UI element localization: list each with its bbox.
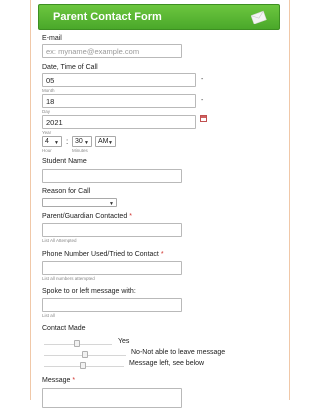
student-name-label: Student Name: [42, 158, 87, 165]
day-sublabel: Day: [42, 109, 51, 114]
calendar-icon[interactable]: [200, 115, 207, 122]
spoke-label: Spoke to or left message with:: [42, 288, 136, 295]
ampm-select[interactable]: AM ▼: [95, 136, 116, 147]
form-title: Parent Contact Form: [53, 11, 162, 23]
form-header: Parent Contact Form: [38, 4, 280, 30]
radio-label-no: No-Not able to leave message: [131, 349, 226, 356]
guardian-input[interactable]: [42, 223, 182, 237]
chevron-down-icon: ▼: [109, 201, 114, 207]
guardian-label-text: Parent/Guardian Contacted: [42, 213, 128, 220]
day-input[interactable]: 18: [42, 94, 196, 108]
chevron-down-icon: ▼: [108, 140, 113, 146]
phone-label: Phone Number Used/Tried to Contact *: [42, 251, 164, 258]
radio-label-message-left: Message left, see below: [129, 360, 205, 367]
reason-label: Reason for Call: [42, 188, 91, 195]
required-mark: *: [129, 213, 132, 220]
year-sublabel: Year: [42, 130, 52, 135]
reason-select[interactable]: ▼: [42, 198, 117, 207]
spoke-input[interactable]: [42, 298, 182, 312]
month-sublabel: Month: [42, 88, 55, 93]
message-textarea[interactable]: [42, 388, 182, 408]
envelope-icon: [251, 10, 267, 24]
phone-input[interactable]: [42, 261, 182, 275]
message-label-text: Message: [42, 377, 71, 384]
chevron-down-icon: ▼: [54, 140, 59, 146]
month-input[interactable]: 05: [42, 73, 196, 87]
radio-label-yes: Yes: [118, 338, 130, 345]
radio-knob[interactable]: [74, 340, 80, 347]
spoke-sublabel: List all: [42, 313, 55, 318]
hour-select[interactable]: 4 ▼: [42, 136, 62, 147]
chevron-down-icon: ▼: [84, 140, 89, 146]
contact-made-label: Contact Made: [42, 325, 86, 332]
year-input[interactable]: 2021: [42, 115, 196, 129]
required-mark: *: [72, 377, 76, 384]
phone-sublabel: List all numbers attempted: [42, 276, 95, 281]
student-name-input[interactable]: [42, 169, 182, 183]
ampm-value: AM: [98, 138, 109, 145]
hour-value: 4: [45, 138, 49, 145]
minute-value: 30: [75, 138, 83, 145]
radio-knob[interactable]: [80, 362, 86, 369]
guardian-sublabel: List All Attempted: [42, 238, 77, 243]
message-label: Message *: [42, 377, 75, 384]
phone-label-text: Phone Number Used/Tried to Contact: [42, 251, 159, 258]
day-separator: -: [201, 97, 204, 104]
guardian-label: Parent/Guardian Contacted *: [42, 213, 132, 220]
hour-sublabel: Hour: [42, 148, 52, 153]
datetime-label: Date, Time of Call: [42, 64, 98, 71]
radio-knob[interactable]: [82, 351, 88, 358]
month-separator: -: [201, 76, 204, 83]
required-mark: *: [160, 251, 164, 258]
email-label: E-mail: [42, 35, 62, 42]
time-colon: :: [66, 137, 69, 146]
minute-sublabel: Minutes: [72, 148, 88, 153]
email-input[interactable]: ex: myname@example.com: [42, 44, 182, 58]
minute-select[interactable]: 30 ▼: [72, 136, 92, 147]
